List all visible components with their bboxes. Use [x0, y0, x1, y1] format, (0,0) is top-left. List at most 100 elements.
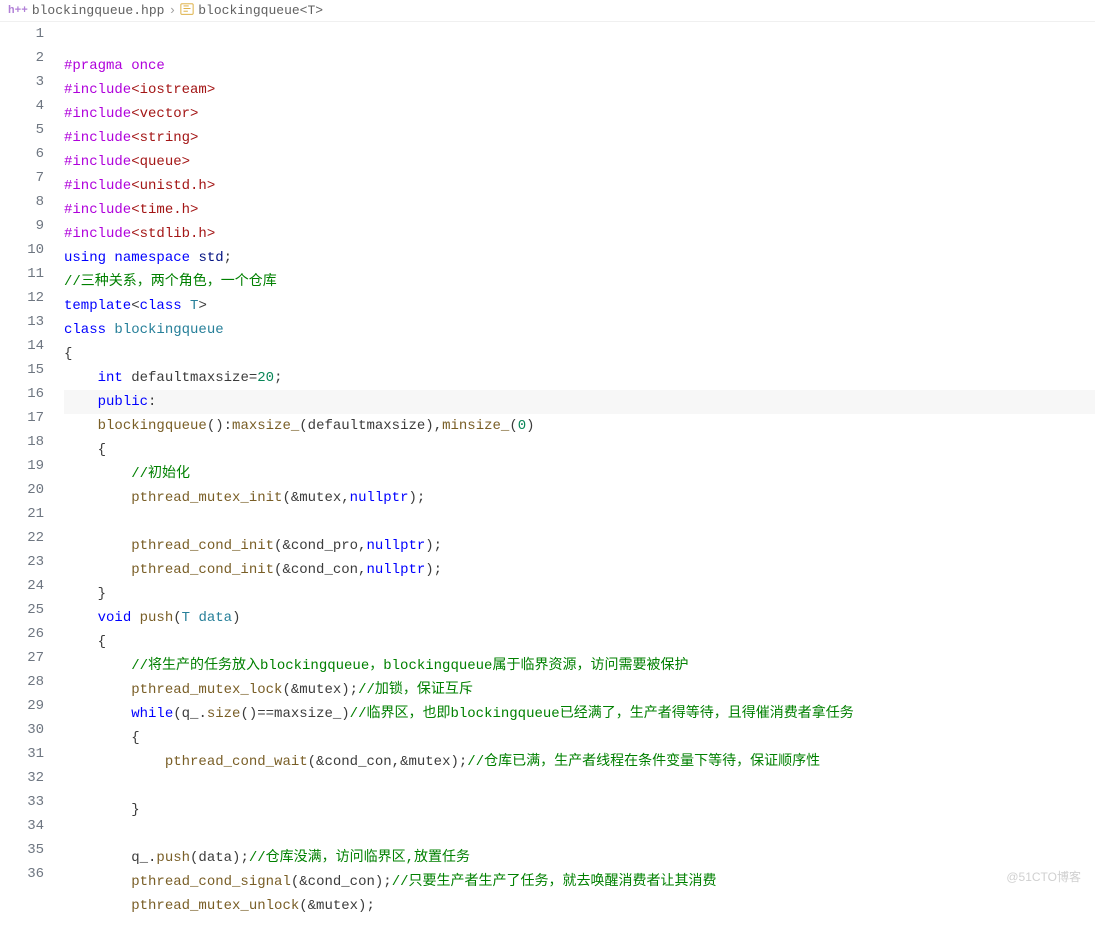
code-line[interactable]: pthread_mutex_unlock(&mutex); [64, 894, 1095, 918]
token-comment: //将生产的任务放入blockingqueue，blockingqueue属于临… [131, 658, 688, 674]
token-plain [64, 658, 131, 674]
code-line[interactable]: #include<vector> [64, 102, 1095, 126]
token-plain: (&cond_pro, [274, 538, 366, 554]
breadcrumb-file[interactable]: blockingqueue.hpp [32, 3, 165, 18]
code-line[interactable]: pthread_mutex_init(&mutex,nullptr); [64, 486, 1095, 510]
code-line[interactable]: public: [64, 390, 1095, 414]
line-number: 3 [0, 70, 44, 94]
line-number: 19 [0, 454, 44, 478]
code-line[interactable]: pthread_mutex_lock(&mutex);//加锁，保证互斥 [64, 678, 1095, 702]
token-plain: { [64, 634, 106, 650]
line-number: 2 [0, 46, 44, 70]
code-line[interactable]: } [64, 582, 1095, 606]
token-plain: { [64, 730, 140, 746]
token-plain: ; [274, 370, 282, 386]
code-line[interactable]: int defaultmaxsize=20; [64, 366, 1095, 390]
token-string: <iostream> [131, 82, 215, 98]
code-line[interactable]: //三种关系，两个角色，一个仓库 [64, 270, 1095, 294]
code-line[interactable]: //将生产的任务放入blockingqueue，blockingqueue属于临… [64, 654, 1095, 678]
line-number: 35 [0, 838, 44, 862]
token-plain: (&cond_con, [274, 562, 366, 578]
code-line[interactable]: pthread_cond_wait(&cond_con,&mutex);//仓库… [64, 750, 1095, 774]
token-comment: //临界区，也即blockingqueue已经满了，生产者得等待，且得催消费者拿… [350, 706, 854, 722]
token-directive: #pragma [64, 58, 123, 74]
token-plain: ; [224, 250, 232, 266]
code-line[interactable]: { [64, 342, 1095, 366]
token-func: push [156, 850, 190, 866]
token-plain [64, 610, 98, 626]
line-number: 18 [0, 430, 44, 454]
code-line[interactable]: { [64, 726, 1095, 750]
code-line[interactable]: //初始化 [64, 462, 1095, 486]
token-plain: : [148, 394, 156, 410]
token-directive: #include [64, 226, 131, 242]
token-keyword: namespace [114, 250, 190, 266]
token-plain: (defaultmaxsize), [299, 418, 442, 434]
token-keyword: class [64, 322, 106, 338]
token-plain: } [64, 802, 140, 818]
line-number: 36 [0, 862, 44, 886]
token-plain: < [131, 298, 139, 314]
cpp-header-icon: h++ [8, 5, 28, 17]
line-number: 7 [0, 166, 44, 190]
token-keyword: while [131, 706, 173, 722]
code-line[interactable]: #include<time.h> [64, 198, 1095, 222]
code-line[interactable] [64, 510, 1095, 534]
token-keyword: void [98, 610, 132, 626]
token-keyword: public [98, 394, 148, 410]
token-func: size [207, 706, 241, 722]
token-comment: //初始化 [131, 466, 190, 482]
token-number: 20 [257, 370, 274, 386]
token-comment: //加锁，保证互斥 [358, 682, 473, 698]
code-line[interactable]: q_.push(data);//仓库没满，访问临界区,放置任务 [64, 846, 1095, 870]
token-func: pthread_mutex_init [131, 490, 282, 506]
line-number: 29 [0, 694, 44, 718]
token-string: <time.h> [131, 202, 198, 218]
token-plain [131, 610, 139, 626]
token-plain [64, 490, 131, 506]
code-line[interactable]: while(q_.size()==maxsize_)//临界区，也即blocki… [64, 702, 1095, 726]
code-line[interactable] [64, 774, 1095, 798]
token-plain: q_. [64, 850, 156, 866]
code-line[interactable]: #include<string> [64, 126, 1095, 150]
code-line[interactable]: { [64, 438, 1095, 462]
token-func: minsize_ [442, 418, 509, 434]
code-line[interactable]: #include<unistd.h> [64, 174, 1095, 198]
code-line[interactable] [64, 822, 1095, 846]
token-plain: ( [173, 610, 181, 626]
code-line[interactable]: pthread_cond_init(&cond_pro,nullptr); [64, 534, 1095, 558]
code-line[interactable]: pthread_cond_init(&cond_con,nullptr); [64, 558, 1095, 582]
line-number: 32 [0, 766, 44, 790]
token-plain [64, 418, 98, 434]
code-line[interactable]: } [64, 798, 1095, 822]
code-line[interactable]: #pragma once [64, 54, 1095, 78]
token-plain [64, 874, 131, 890]
token-plain: { [64, 442, 106, 458]
line-number: 5 [0, 118, 44, 142]
code-line[interactable]: #include<iostream> [64, 78, 1095, 102]
code-line[interactable]: using namespace std; [64, 246, 1095, 270]
token-plain: ( [509, 418, 517, 434]
token-plain: (&mutex); [282, 682, 358, 698]
token-func: pthread_mutex_unlock [131, 898, 299, 914]
line-number: 14 [0, 334, 44, 358]
token-plain: (data); [190, 850, 249, 866]
code-line[interactable]: template<class T> [64, 294, 1095, 318]
code-line[interactable]: #include<stdlib.h> [64, 222, 1095, 246]
breadcrumb-symbol[interactable]: blockingqueue<T> [198, 3, 323, 18]
line-number: 4 [0, 94, 44, 118]
code-editor[interactable]: 1234567891011121314151617181920212223242… [0, 22, 1095, 891]
line-number: 27 [0, 646, 44, 670]
code-line[interactable]: #include<queue> [64, 150, 1095, 174]
code-line[interactable]: blockingqueue():maxsize_(defaultmaxsize)… [64, 414, 1095, 438]
code-line[interactable]: { [64, 630, 1095, 654]
breadcrumb[interactable]: h++ blockingqueue.hpp › blockingqueue<T> [0, 0, 1095, 22]
token-directive: #include [64, 130, 131, 146]
code-line[interactable]: void push(T data) [64, 606, 1095, 630]
code-line[interactable]: pthread_cond_signal(&cond_con);//只要生产者生产… [64, 870, 1095, 894]
token-string: <vector> [131, 106, 198, 122]
code-content[interactable]: #pragma once#include<iostream>#include<v… [64, 22, 1095, 891]
token-ident: std [198, 250, 223, 266]
code-line[interactable]: class blockingqueue [64, 318, 1095, 342]
token-plain: (): [207, 418, 232, 434]
